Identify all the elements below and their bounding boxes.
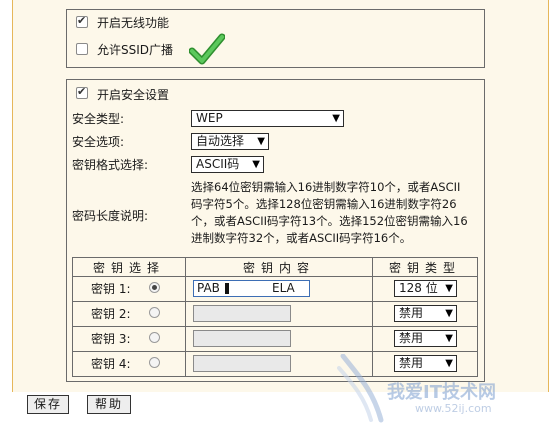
dropdown-arrow-icon: ▼ [332, 113, 340, 124]
table-header-row: 密钥选择 密钥内容 密钥类型 [72, 257, 478, 277]
radio-icon[interactable] [149, 357, 160, 368]
save-button[interactable]: 保存 [27, 395, 69, 414]
key-label: 密钥 4: [91, 357, 131, 371]
key-1-type-value: 128 位 [399, 281, 438, 295]
table-row: 密钥 3: 禁用 ▼ [72, 326, 478, 352]
key-format-select[interactable]: ASCII码 ▼ [191, 156, 264, 173]
key-label: 密钥 2: [91, 307, 131, 321]
table-row: 密钥 1: PAB ELA 128 位 ▼ [72, 276, 478, 302]
security-option-label: 安全选项: [72, 135, 125, 149]
security-option-value: 自动选择 [196, 134, 245, 148]
length-note-line: 个，或者ASCII码字符13个。选择152位密钥需输入16 [191, 214, 468, 228]
key-3-content-input[interactable] [193, 330, 291, 347]
ssid-broadcast-checkbox[interactable] [76, 43, 88, 55]
length-note-label: 密码长度说明: [72, 209, 149, 223]
radio-icon[interactable] [149, 332, 160, 343]
watermark-url: www.52ij.com [415, 402, 492, 415]
green-checkmark-icon [189, 33, 225, 65]
key-2-content-input[interactable] [193, 305, 291, 322]
length-note-line: 进制数字符32个，或者ASCII码字符16个。 [191, 231, 412, 245]
length-note-line: 选择64位密钥需输入16进制数字符10个，或者ASCII [191, 180, 461, 194]
redaction-mark [225, 283, 229, 294]
help-button[interactable]: 帮助 [87, 395, 131, 414]
key-3-type-value: 禁用 [399, 331, 424, 345]
key-1-content-tail: ELA [272, 281, 295, 295]
key-format-label: 密钥格式选择: [72, 158, 149, 172]
enable-security-label: 开启安全设置 [97, 88, 170, 102]
dropdown-arrow-icon: ▼ [252, 159, 260, 170]
watermark-title: 我爱IT技术网 [387, 382, 496, 403]
enable-wireless-label: 开启无线功能 [97, 16, 170, 30]
radio-icon[interactable] [149, 282, 160, 293]
header-key-content: 密钥内容 [185, 257, 373, 277]
key-2-type-select[interactable]: 禁用 ▼ [394, 305, 457, 322]
enable-wireless-checkbox[interactable] [76, 14, 88, 28]
key-1-type-select[interactable]: 128 位 ▼ [394, 280, 457, 297]
security-type-select[interactable]: WEP ▼ [191, 110, 344, 127]
radio-icon[interactable] [149, 307, 160, 318]
enable-security-checkbox[interactable] [76, 85, 88, 99]
security-option-select[interactable]: 自动选择 ▼ [191, 133, 269, 150]
security-type-value: WEP [196, 111, 223, 125]
dropdown-arrow-icon: ▼ [445, 283, 453, 294]
watermark-logo: 我爱IT技术网 www.52ij.com [337, 352, 550, 426]
dropdown-arrow-icon: ▼ [445, 308, 453, 319]
key-2-type-value: 禁用 [399, 306, 424, 320]
dropdown-arrow-icon: ▼ [257, 136, 265, 147]
key-4-content-input[interactable] [193, 355, 291, 372]
rocket-logo-icon [337, 354, 384, 423]
table-row: 密钥 2: 禁用 ▼ [72, 301, 478, 327]
key-label: 密钥 1: [91, 282, 131, 296]
ssid-broadcast-label: 允许SSID广播 [97, 43, 174, 57]
length-note-line: 码字符5个。选择128位密钥需输入16进制数字符26 [191, 197, 457, 211]
key-format-value: ASCII码 [196, 157, 240, 171]
header-key-type: 密钥类型 [372, 257, 478, 277]
dropdown-arrow-icon: ▼ [445, 333, 453, 344]
key-1-content-input[interactable]: PAB ELA [193, 280, 310, 297]
header-key-select: 密钥选择 [72, 257, 186, 277]
key-1-content-value: PAB [197, 281, 220, 295]
length-note-text: 选择64位密钥需输入16进制数字符10个，或者ASCII 码字符5个。选择128… [191, 179, 483, 247]
key-label: 密钥 3: [91, 332, 131, 346]
security-type-label: 安全类型: [72, 112, 125, 126]
key-3-type-select[interactable]: 禁用 ▼ [394, 330, 457, 347]
